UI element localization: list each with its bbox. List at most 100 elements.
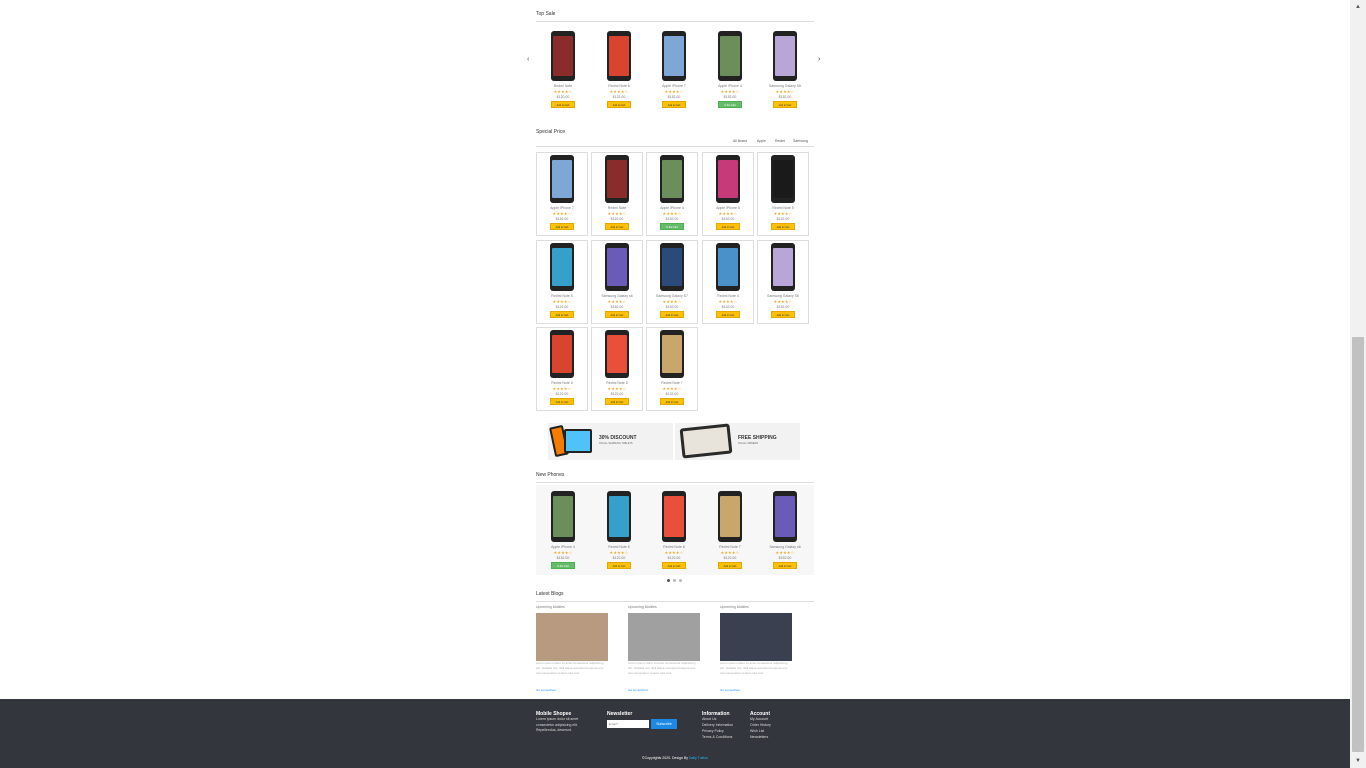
blog-image[interactable] (720, 613, 792, 661)
add-to-cart-button[interactable]: Add to Cart (550, 398, 574, 405)
product-name[interactable]: Apple iPhone 4 (642, 206, 702, 210)
product-name[interactable]: Redmi Note 7 (642, 381, 702, 385)
product-image[interactable] (716, 243, 740, 291)
add-to-cart-button[interactable]: Add to Cart (716, 311, 740, 318)
product-name[interactable]: Samsung Galaxy s6 (755, 545, 815, 549)
add-to-cart-button[interactable]: Add to Cart (773, 562, 797, 569)
in-cart-button[interactable]: In the Cart (551, 562, 575, 569)
product-name[interactable]: Redmi Note 5 (532, 294, 592, 298)
product-image[interactable] (605, 155, 629, 203)
product-name[interactable]: Redmi Note 8 (644, 545, 704, 549)
product-name[interactable]: Redmi Note 8 (587, 381, 647, 385)
footer-link[interactable]: Newsletters (750, 735, 768, 741)
scroll-down-arrow-icon[interactable]: ▼ (1350, 754, 1366, 768)
carousel-next-icon[interactable]: › (818, 56, 820, 63)
product-image[interactable] (607, 31, 631, 81)
add-to-cart-button[interactable]: Add to Cart (605, 398, 629, 405)
product-image[interactable] (718, 491, 742, 542)
add-to-cart-button[interactable]: Add to Cart (718, 562, 742, 569)
product-name[interactable]: Redmi Note 7 (700, 545, 760, 549)
in-cart-button[interactable]: In the Cart (718, 101, 742, 108)
add-to-cart-button[interactable]: Add to Cart (550, 223, 574, 230)
filter-samsung[interactable]: Samsung (793, 139, 808, 143)
product-name[interactable]: Redmi Note 6 (532, 381, 592, 385)
product-name[interactable]: Apple iPhone 7 (644, 84, 704, 88)
footer-link[interactable]: Terms & Conditions (702, 735, 732, 741)
product-image[interactable] (660, 155, 684, 203)
product-image[interactable] (551, 491, 575, 542)
shipping-banner[interactable]: FREE SHIPPING ON ALL ORDERS (675, 423, 800, 460)
scrollbar-thumb[interactable] (1352, 337, 1364, 752)
blog-image[interactable] (628, 613, 700, 661)
product-name[interactable]: Redmi Note 5 (753, 206, 813, 210)
product-name[interactable]: Samsung Galaxy S7 (642, 294, 702, 298)
product-image[interactable] (605, 243, 629, 291)
vertical-scrollbar[interactable]: ▲ ▼ (1350, 0, 1366, 768)
blog-image[interactable] (536, 613, 608, 661)
product-image[interactable] (550, 155, 574, 203)
carousel-dot-3[interactable] (679, 579, 682, 582)
discount-banner[interactable]: 30% DISCOUNT ON ALL SAMSUNG TABLETS (548, 423, 673, 460)
footer-link[interactable]: Wish List (750, 729, 764, 735)
product-name[interactable]: Apple iPhone 4 (533, 545, 593, 549)
product-image[interactable] (773, 491, 797, 542)
add-to-cart-button[interactable]: Add to Cart (607, 101, 631, 108)
filter-redmi[interactable]: Redmi (775, 139, 785, 143)
product-image[interactable] (660, 243, 684, 291)
in-cart-button[interactable]: In the Cart (660, 223, 684, 230)
product-name[interactable]: Apple iPhone 4 (700, 84, 760, 88)
add-to-cart-button[interactable]: Add to Cart (607, 562, 631, 569)
product-image[interactable] (716, 155, 740, 203)
add-to-cart-button[interactable]: Add to Cart (551, 101, 575, 108)
product-name[interactable]: Redmi Note 5 (589, 545, 649, 549)
add-to-cart-button[interactable]: Add to Cart (773, 101, 797, 108)
blog-read-link[interactable]: Go somewhere (628, 688, 648, 692)
product-image[interactable] (662, 491, 686, 542)
product-name[interactable]: Apple iPhone 7 (532, 206, 592, 210)
carousel-dot-2[interactable] (673, 579, 676, 582)
product-name[interactable]: Redmi Note (587, 206, 647, 210)
product-image[interactable] (605, 330, 629, 378)
subscribe-button[interactable]: Subscribe (651, 719, 677, 729)
carousel-dot-1[interactable] (667, 579, 670, 582)
product-image[interactable] (550, 243, 574, 291)
add-to-cart-button[interactable]: Add to Cart (771, 311, 795, 318)
filter-all-brand[interactable]: All Brand (733, 139, 747, 143)
product-image[interactable] (550, 330, 574, 378)
product-image[interactable] (771, 243, 795, 291)
footer-link[interactable]: About Us (702, 717, 716, 723)
product-name[interactable]: Samsung Galaxy S6 (755, 84, 815, 88)
add-to-cart-button[interactable]: Add to Cart (550, 311, 574, 318)
product-image[interactable] (607, 491, 631, 542)
carousel-prev-icon[interactable]: ‹ (527, 56, 529, 63)
add-to-cart-button[interactable]: Add to Cart (660, 398, 684, 405)
footer-link[interactable]: Privacy Policy (702, 729, 724, 735)
copyright-link[interactable]: Daily Tuition (689, 756, 708, 760)
blog-read-link[interactable]: Go somewhere (720, 688, 740, 692)
add-to-cart-button[interactable]: Add to Cart (662, 562, 686, 569)
add-to-cart-button[interactable]: Add to Cart (771, 223, 795, 230)
add-to-cart-button[interactable]: Add to Cart (660, 311, 684, 318)
add-to-cart-button[interactable]: Add to Cart (605, 311, 629, 318)
product-name[interactable]: Redmi Note 6 (589, 84, 649, 88)
product-image[interactable] (551, 31, 575, 81)
product-image[interactable] (771, 155, 795, 203)
product-name[interactable]: Samsung Galaxy S6 (753, 294, 813, 298)
product-image[interactable] (773, 31, 797, 81)
add-to-cart-button[interactable]: Add to Cart (605, 223, 629, 230)
product-name[interactable]: Apple iPhone 5 (698, 206, 758, 210)
add-to-cart-button[interactable]: Add to Cart (662, 101, 686, 108)
newsletter-email-input[interactable] (607, 720, 649, 728)
blog-read-link[interactable]: Go somewhere (536, 688, 556, 692)
product-image[interactable] (660, 330, 684, 378)
product-name[interactable]: Redmi Note 4 (698, 294, 758, 298)
product-name[interactable]: Redmi Note (533, 84, 593, 88)
filter-apple[interactable]: Apple (757, 139, 766, 143)
footer-link[interactable]: Delivery Information (702, 723, 733, 729)
product-image[interactable] (662, 31, 686, 81)
product-image[interactable] (718, 31, 742, 81)
product-name[interactable]: Samsung Galaxy s6 (587, 294, 647, 298)
add-to-cart-button[interactable]: Add to Cart (716, 223, 740, 230)
footer-link[interactable]: My Account (750, 717, 768, 723)
footer-link[interactable]: Order History (750, 723, 771, 729)
